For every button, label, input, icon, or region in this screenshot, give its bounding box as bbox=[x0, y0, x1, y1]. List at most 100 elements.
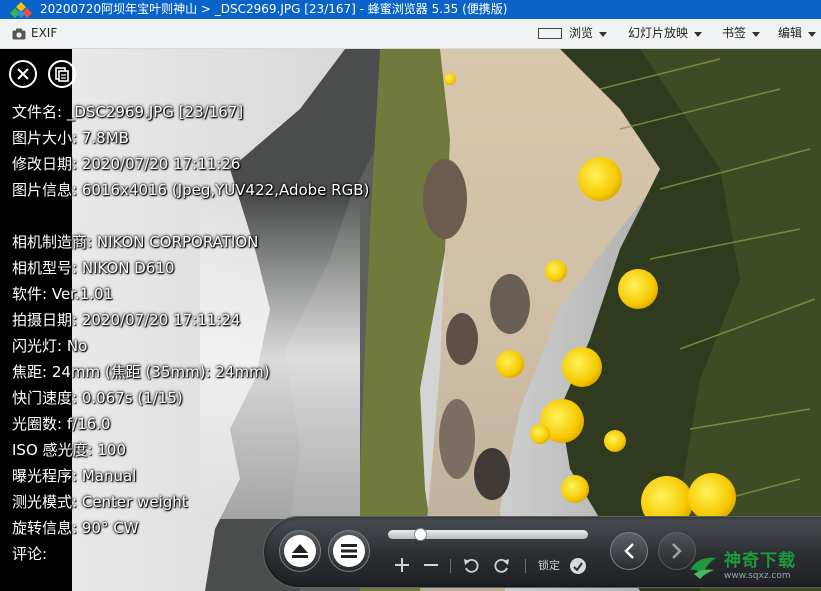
exif-label: ISO 感光度 bbox=[12, 441, 88, 459]
slideshow-label: 幻灯片放映 bbox=[628, 26, 689, 40]
exif-value: 24mm (焦距 (35mm): 24mm) bbox=[51, 363, 270, 381]
exif-separator: : bbox=[87, 441, 98, 459]
exif-separator: : bbox=[72, 155, 82, 173]
exif-value: 0.067s (1/15) bbox=[81, 389, 183, 407]
watermark-subtitle: www.sqxz.com bbox=[724, 571, 791, 581]
exif-separator: : bbox=[72, 181, 82, 199]
exif-info-list: 文件名: _DSC2969.JPG [23/167] 图片大小: 7.8MB 修改日… bbox=[12, 99, 369, 567]
exif-label: 拍摄日期 bbox=[12, 311, 73, 329]
exif-value: 2020/07/20 17:11:24 bbox=[81, 311, 241, 329]
watermark-logo-icon bbox=[690, 557, 716, 579]
exif-separator: : bbox=[72, 389, 82, 407]
exif-row: 曝光程序: Manual bbox=[12, 463, 369, 489]
previous-image-button[interactable] bbox=[610, 532, 648, 570]
chevron-right-icon bbox=[672, 543, 682, 559]
browse-menu[interactable]: 浏览 bbox=[538, 19, 608, 48]
exif-label: 图片大小 bbox=[12, 129, 73, 147]
exif-label: 相机制造商 bbox=[12, 233, 88, 251]
exif-row: 测光模式: Center weight bbox=[12, 489, 369, 515]
exif-row: 文件名: _DSC2969.JPG [23/167] bbox=[12, 99, 369, 125]
exif-value: 100 bbox=[97, 441, 126, 459]
eject-button[interactable] bbox=[279, 530, 321, 572]
exif-row: 焦距: 24mm (焦距 (35mm): 24mm) bbox=[12, 359, 369, 385]
exif-label: 旋转信息 bbox=[12, 519, 73, 537]
exif-row: 拍摄日期: 2020/07/20 17:11:24 bbox=[12, 307, 369, 333]
title-bar: 20200720阿坝年宝叶则神山 > _DSC2969.JPG [23/167]… bbox=[0, 0, 821, 19]
rotate-right-icon[interactable] bbox=[493, 557, 511, 575]
exif-row: 闪光灯: No bbox=[12, 333, 369, 359]
exif-label: 文件名 bbox=[12, 103, 58, 121]
lock-toggle[interactable] bbox=[570, 558, 586, 574]
copy-exif-button[interactable] bbox=[48, 60, 76, 88]
close-exif-button[interactable] bbox=[9, 60, 37, 88]
exif-label: 光圈数 bbox=[12, 415, 58, 433]
exif-value: Manual bbox=[81, 467, 137, 485]
exif-row: 快门速度: 0.067s (1/15) bbox=[12, 385, 369, 411]
exif-value: f/16.0 bbox=[66, 415, 111, 433]
slideshow-menu[interactable]: 幻灯片放映 bbox=[628, 19, 703, 48]
divider bbox=[525, 559, 526, 573]
exif-label: 测光模式 bbox=[12, 493, 73, 511]
chevron-down-icon bbox=[694, 31, 703, 37]
toolbar: EXIF 浏览 幻灯片放映 书签 编辑 bbox=[0, 19, 821, 49]
exif-label: 曝光程序 bbox=[12, 467, 73, 485]
exif-value: _DSC2969.JPG [23/167] bbox=[66, 103, 244, 121]
exif-separator: : bbox=[72, 129, 82, 147]
divider bbox=[450, 559, 451, 573]
exif-row: ISO 感光度: 100 bbox=[12, 437, 369, 463]
exif-label: 软件 bbox=[12, 285, 43, 303]
image-viewport[interactable]: 文件名: _DSC2969.JPG [23/167] 图片大小: 7.8MB 修改日… bbox=[0, 49, 821, 591]
window-title: 20200720阿坝年宝叶则神山 > _DSC2969.JPG [23/167]… bbox=[40, 2, 508, 16]
chevron-down-icon bbox=[808, 31, 817, 37]
exif-row: 相机制造商: NIKON CORPORATION bbox=[12, 229, 369, 255]
exif-label: 修改日期 bbox=[12, 155, 73, 173]
exif-value: 2020/07/20 17:11:26 bbox=[81, 155, 241, 173]
edit-menu[interactable]: 编辑 bbox=[778, 19, 817, 48]
zoom-out-icon[interactable] bbox=[422, 557, 440, 575]
exif-separator: : bbox=[57, 337, 67, 355]
exif-separator: : bbox=[72, 259, 82, 277]
exif-value: Ver.1.01 bbox=[51, 285, 114, 303]
exif-label: EXIF bbox=[31, 26, 58, 40]
exif-label: 图片信息 bbox=[12, 181, 73, 199]
close-icon bbox=[17, 68, 29, 80]
exif-value: NIKON CORPORATION bbox=[96, 233, 259, 251]
exif-label: 评论 bbox=[12, 545, 43, 563]
watermark: 神奇下载 www.sqxz.com bbox=[688, 546, 816, 588]
chevron-left-icon bbox=[624, 543, 634, 559]
progress-knob[interactable] bbox=[414, 528, 428, 541]
browse-label: 浏览 bbox=[569, 26, 594, 40]
exif-button[interactable]: EXIF bbox=[12, 19, 57, 48]
hamburger-icon bbox=[341, 544, 357, 558]
chevron-down-icon bbox=[599, 31, 608, 37]
image-progress-slider[interactable] bbox=[388, 528, 588, 541]
exif-separator: : bbox=[42, 285, 52, 303]
exif-row: 修改日期: 2020/07/20 17:11:26 bbox=[12, 151, 369, 177]
bookmarks-menu[interactable]: 书签 bbox=[722, 19, 761, 48]
bookmarks-label: 书签 bbox=[722, 26, 747, 40]
rotate-left-icon[interactable] bbox=[462, 557, 480, 575]
check-icon bbox=[573, 561, 583, 571]
exif-row: 图片信息: 6016x4016 (Jpeg,YUV422,Adobe RGB) bbox=[12, 177, 369, 203]
exif-row: 图片大小: 7.8MB bbox=[12, 125, 369, 151]
exif-separator: : bbox=[42, 363, 52, 381]
app-logo-icon bbox=[10, 2, 32, 18]
exif-row bbox=[12, 203, 369, 229]
exif-row: 软件: Ver.1.01 bbox=[12, 281, 369, 307]
exif-separator: : bbox=[57, 103, 67, 121]
exif-label: 焦距 bbox=[12, 363, 43, 381]
exif-label: 相机型号 bbox=[12, 259, 73, 277]
exif-row: 相机型号: NIKON D610 bbox=[12, 255, 369, 281]
zoom-in-icon[interactable] bbox=[393, 557, 411, 575]
exif-separator: : bbox=[72, 519, 82, 537]
exif-value: NIKON D610 bbox=[81, 259, 175, 277]
exif-separator: : bbox=[72, 311, 82, 329]
exif-label: 快门速度 bbox=[12, 389, 73, 407]
menu-button[interactable] bbox=[328, 530, 370, 572]
exif-separator: : bbox=[42, 545, 48, 563]
exif-separator: : bbox=[72, 493, 82, 511]
exif-value: 6016x4016 (Jpeg,YUV422,Adobe RGB) bbox=[81, 181, 370, 199]
exif-label: 闪光灯 bbox=[12, 337, 58, 355]
copy-icon bbox=[55, 66, 69, 82]
exif-value: 7.8MB bbox=[81, 129, 129, 147]
